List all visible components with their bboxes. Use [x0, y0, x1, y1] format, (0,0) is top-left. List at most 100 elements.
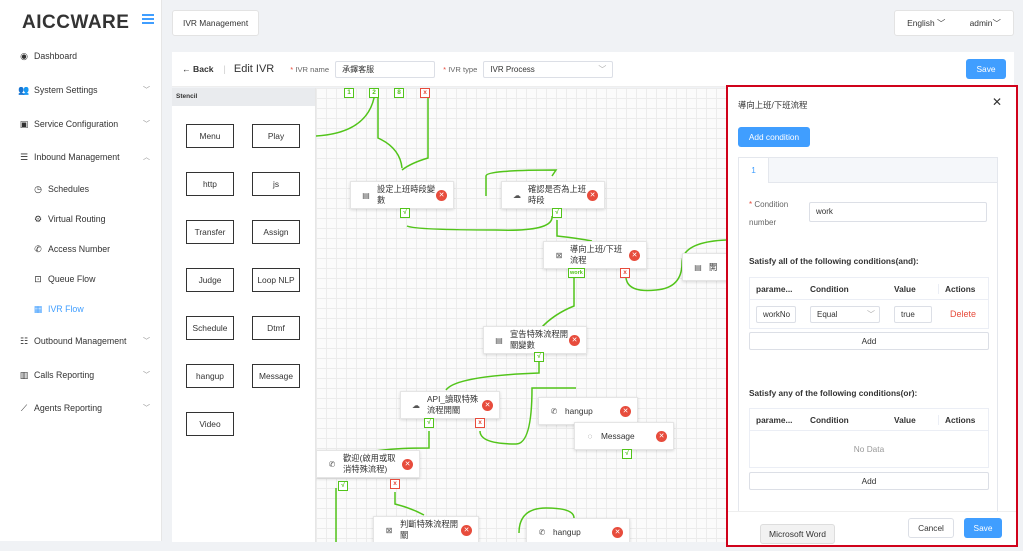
edit-toolbar: ← Back | Edit IVR * IVR name * IVR type … — [172, 52, 1014, 87]
stencil-hangup[interactable]: hangup — [186, 364, 234, 388]
flow-port[interactable]: √ — [424, 418, 434, 428]
back-button[interactable]: ← Back — [182, 64, 214, 74]
flow-node[interactable]: ✆ hangup ✕ — [538, 397, 638, 425]
ivr-name-input[interactable] — [335, 60, 436, 78]
chevron-down-icon: ﹀ — [143, 372, 150, 379]
stencil-panel: Stencil Menu Play http js Transfer Assig… — [172, 88, 316, 542]
flow-node[interactable]: ✆ 歡迎(啟用或取消特殊流程) ✕ — [316, 450, 420, 478]
flow-port[interactable]: 8 — [394, 88, 404, 98]
delete-node-icon[interactable]: ✕ — [620, 405, 631, 417]
sidebar-item-inbound-management[interactable]: ☰ Inbound Management ︿ — [0, 146, 162, 168]
ivr-type-select[interactable]: IVR Process ﹀ — [483, 60, 614, 78]
sidebar-item-access-number[interactable]: ✆ Access Number — [0, 238, 162, 260]
delete-node-icon[interactable]: ✕ — [482, 399, 493, 411]
flow-port[interactable]: √ — [400, 208, 410, 218]
condition-tabs: 1 * Condition number work Satisfy all of… — [738, 157, 998, 517]
delete-node-icon[interactable]: ✕ — [402, 458, 413, 470]
condition-number-label: * Condition number — [749, 200, 789, 227]
flow-port[interactable]: √ — [534, 352, 544, 362]
delete-node-icon[interactable]: ✕ — [436, 189, 447, 201]
flow-port[interactable]: √ — [622, 449, 632, 459]
language-select[interactable]: English ﹀ — [907, 17, 945, 29]
delete-node-icon[interactable]: ✕ — [656, 430, 667, 442]
edge — [540, 278, 575, 329]
flow-port[interactable]: 1 — [344, 88, 354, 98]
flow-node[interactable]: ▤ 宣告特殊流程開關變數 ✕ — [483, 326, 587, 354]
value-input[interactable]: true — [894, 305, 932, 323]
flow-canvas[interactable]: 1 2 8 x ▤ 設定上班時段變數 ✕ √ ☁ 確認是否為上班時段 ✕ √ ⊠… — [316, 88, 726, 542]
flow-port[interactable]: work — [568, 268, 585, 278]
sidebar-item-agents-reporting[interactable]: ⟋ Agents Reporting ﹀ — [0, 397, 162, 419]
delete-node-icon[interactable]: ✕ — [629, 249, 640, 261]
flow-port[interactable]: x — [390, 479, 400, 489]
sidebar-item-outbound-management[interactable]: ☷ Outbound Management ﹀ — [0, 330, 162, 352]
flow-node[interactable]: ☁ 確認是否為上班時段 ✕ — [501, 181, 605, 209]
page-title: Edit IVR — [233, 63, 275, 75]
stencil-play[interactable]: Play — [252, 124, 300, 148]
add-condition-button[interactable]: Add condition — [738, 127, 810, 147]
stencil-js[interactable]: js — [252, 172, 300, 196]
flow-port[interactable]: x — [620, 268, 630, 278]
flow-port[interactable]: √ — [338, 481, 348, 491]
sidebar-item-service-configuration[interactable]: ▣ Service Configuration ﹀ — [0, 113, 162, 135]
condition-number-input[interactable]: work — [809, 202, 987, 222]
param-input[interactable]: workNo — [756, 305, 796, 323]
topbar: IVR Management English ﹀ admin﹀ — [172, 10, 1014, 36]
flow-node[interactable]: ⊠ 判斷特殊流程開關 ✕ — [373, 516, 479, 542]
stencil-assign[interactable]: Assign — [252, 220, 300, 244]
delete-condition-link[interactable]: Delete — [938, 309, 988, 319]
flow-port[interactable]: √ — [552, 208, 562, 218]
flow-node[interactable]: ⊠ 導向上班/下班流程 ✕ — [543, 241, 647, 269]
add-or-condition-button[interactable]: Add — [749, 472, 989, 490]
gear-icon: ⚙ — [33, 214, 43, 224]
flow-node[interactable]: ✆ hangup ✕ — [526, 518, 630, 542]
sidebar-item-system-settings[interactable]: 👥 System Settings ﹀ — [0, 79, 162, 101]
sidebar-item-calls-reporting[interactable]: ▥ Calls Reporting ﹀ — [0, 364, 162, 386]
close-icon[interactable]: ✕ — [992, 95, 1002, 109]
user-menu[interactable]: admin﹀ — [970, 17, 1001, 29]
flow-node[interactable]: ☁ API_讀取特殊流程開關 ✕ — [400, 391, 500, 419]
chevron-down-icon: ﹀ — [143, 338, 150, 345]
stencil-menu[interactable]: Menu — [186, 124, 234, 148]
save-button[interactable]: Save — [966, 59, 1006, 79]
flow-node[interactable]: ▤ 開 — [682, 253, 726, 281]
add-and-condition-button[interactable]: Add — [749, 332, 989, 350]
flow-node[interactable]: ▤ 設定上班時段變數 ✕ — [350, 181, 454, 209]
delete-node-icon[interactable]: ✕ — [461, 524, 472, 536]
flow-port[interactable]: 2 — [369, 88, 379, 98]
delete-node-icon[interactable]: ✕ — [587, 189, 598, 201]
stencil-dtmf[interactable]: Dtmf — [252, 316, 300, 340]
clock-icon: ◷ — [34, 184, 42, 194]
edge — [394, 492, 425, 516]
sidebar-item-dashboard[interactable]: ◉ Dashboard — [0, 45, 162, 67]
flow-icon: ▦ — [33, 304, 43, 314]
breadcrumb-tab[interactable]: IVR Management — [172, 10, 260, 36]
stencil-schedule[interactable]: Schedule — [186, 316, 234, 340]
flow-port[interactable]: x — [420, 88, 430, 98]
delete-node-icon[interactable]: ✕ — [612, 526, 623, 538]
stencil-transfer[interactable]: Transfer — [186, 220, 234, 244]
flow-node[interactable]: ◌ Message ✕ — [574, 422, 674, 450]
stencil-judge[interactable]: Judge — [186, 268, 234, 292]
condition-select[interactable]: Equal ﹀ — [810, 305, 880, 323]
delete-node-icon[interactable]: ✕ — [569, 334, 580, 346]
phone-icon: ✆ — [328, 459, 336, 469]
dashboard-icon: ◉ — [20, 51, 28, 61]
sidebar-item-virtual-routing[interactable]: ⚙ Virtual Routing — [0, 208, 162, 230]
flow-port[interactable]: x — [475, 418, 485, 428]
panel-save-button[interactable]: Save — [964, 518, 1002, 538]
sidebar-item-schedules[interactable]: ◷ Schedules — [0, 178, 162, 200]
stencil-video[interactable]: Video — [186, 412, 234, 436]
tab-1[interactable]: 1 — [739, 158, 769, 183]
sidebar-item-ivr-flow[interactable]: ▦ IVR Flow — [0, 298, 162, 320]
stencil-http[interactable]: http — [186, 172, 234, 196]
sidebar-item-queue-flow[interactable]: ⊡ Queue Flow — [0, 268, 162, 290]
and-conditions-table: parame... Condition Value Actions workNo… — [749, 277, 989, 329]
id-card-icon: ▣ — [19, 119, 29, 129]
edge — [445, 358, 540, 391]
no-data-text: No Data — [853, 444, 885, 454]
stencil-loop-nlp[interactable]: Loop NLP — [252, 268, 300, 292]
menu-collapse-icon[interactable] — [142, 14, 154, 25]
cancel-button[interactable]: Cancel — [908, 518, 954, 538]
stencil-message[interactable]: Message — [252, 364, 300, 388]
